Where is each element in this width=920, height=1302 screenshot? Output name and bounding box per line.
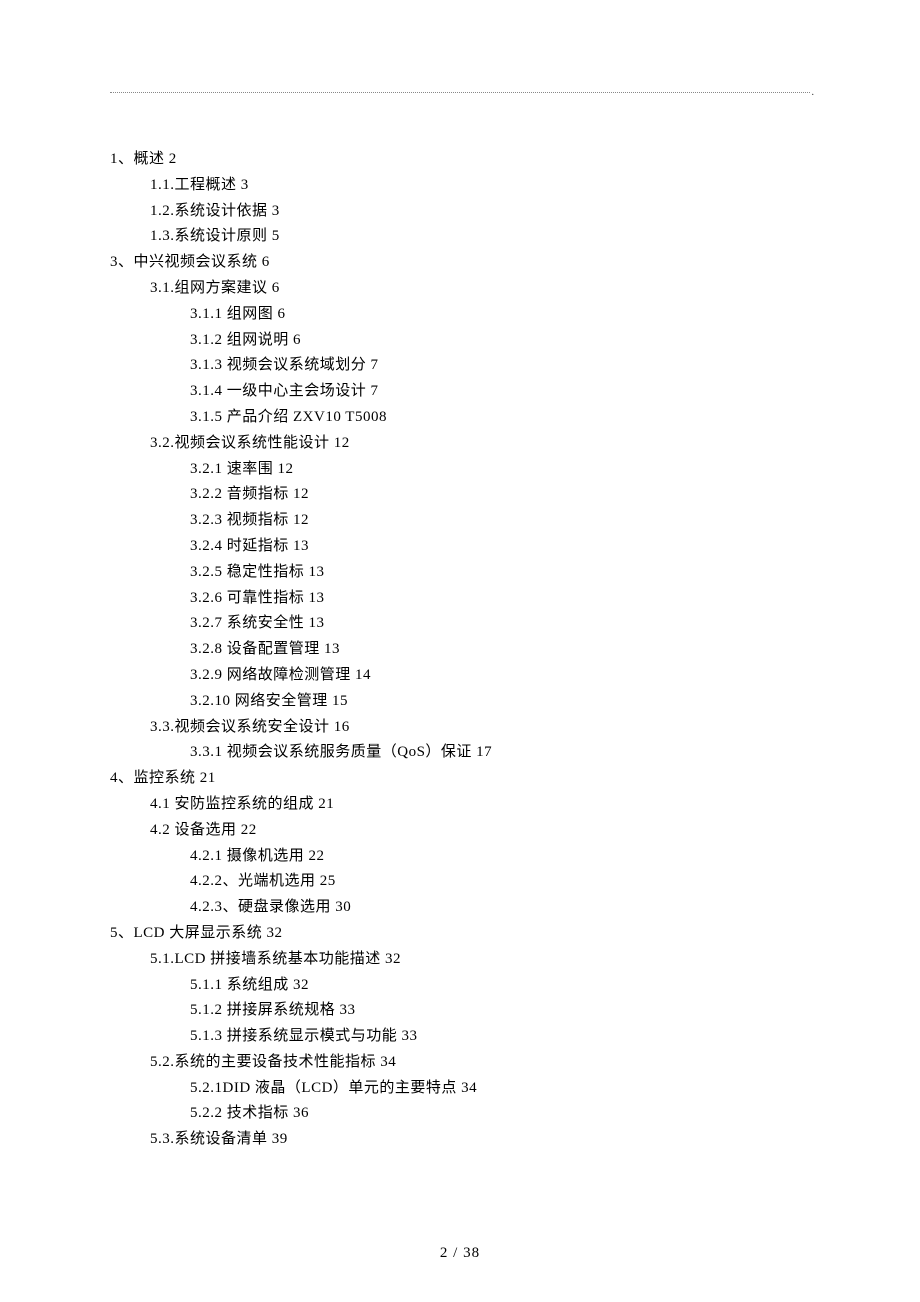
toc-entry: 3.2.1 速率围 12 bbox=[110, 457, 810, 483]
toc-entry: 3.2.5 稳定性指标 13 bbox=[110, 560, 810, 586]
header-dot: . bbox=[812, 87, 815, 98]
header-rule: . bbox=[110, 92, 810, 93]
toc-entry: 4.2.3、硬盘录像选用 30 bbox=[110, 895, 810, 921]
toc-entry: 3.2.2 音频指标 12 bbox=[110, 482, 810, 508]
toc-entry: 3.1.2 组网说明 6 bbox=[110, 328, 810, 354]
toc-entry: 5、LCD 大屏显示系统 32 bbox=[110, 921, 810, 947]
page-footer: 2 / 38 bbox=[0, 1245, 920, 1262]
toc-entry: 4.2 设备选用 22 bbox=[110, 818, 810, 844]
toc-entry: 3.2.4 时延指标 13 bbox=[110, 534, 810, 560]
toc-entry: 5.1.2 拼接屏系统规格 33 bbox=[110, 998, 810, 1024]
toc-entry: 5.2.系统的主要设备技术性能指标 34 bbox=[110, 1050, 810, 1076]
toc-entry: 4.1 安防监控系统的组成 21 bbox=[110, 792, 810, 818]
document-page: . 1、概述 21.1.工程概述 31.2.系统设计依据 31.3.系统设计原则… bbox=[0, 0, 920, 1153]
toc-entry: 3.1.3 视频会议系统域划分 7 bbox=[110, 353, 810, 379]
toc-entry: 5.1.3 拼接系统显示模式与功能 33 bbox=[110, 1024, 810, 1050]
toc-entry: 3.2.6 可靠性指标 13 bbox=[110, 586, 810, 612]
toc-entry: 3.1.4 一级中心主会场设计 7 bbox=[110, 379, 810, 405]
toc-entry: 5.2.1DID 液晶（LCD）单元的主要特点 34 bbox=[110, 1076, 810, 1102]
toc-entry: 5.2.2 技术指标 36 bbox=[110, 1101, 810, 1127]
toc-entry: 1.2.系统设计依据 3 bbox=[110, 199, 810, 225]
toc-entry: 3.2.视频会议系统性能设计 12 bbox=[110, 431, 810, 457]
toc-entry: 3.1.1 组网图 6 bbox=[110, 302, 810, 328]
toc-entry: 1.3.系统设计原则 5 bbox=[110, 224, 810, 250]
toc-entry: 3.1.5 产品介绍 ZXV10 T5008 bbox=[110, 405, 810, 431]
toc-entry: 3.2.9 网络故障检测管理 14 bbox=[110, 663, 810, 689]
toc-entry: 3.2.8 设备配置管理 13 bbox=[110, 637, 810, 663]
toc-entry: 3.3.1 视频会议系统服务质量（QoS）保证 17 bbox=[110, 740, 810, 766]
toc-entry: 5.1.LCD 拼接墙系统基本功能描述 32 bbox=[110, 947, 810, 973]
toc-entry: 1、概述 2 bbox=[110, 147, 810, 173]
toc-entry: 1.1.工程概述 3 bbox=[110, 173, 810, 199]
toc-entry: 3.2.3 视频指标 12 bbox=[110, 508, 810, 534]
toc-entry: 3.3.视频会议系统安全设计 16 bbox=[110, 715, 810, 741]
table-of-contents: 1、概述 21.1.工程概述 31.2.系统设计依据 31.3.系统设计原则 5… bbox=[110, 147, 810, 1153]
toc-entry: 3.1.组网方案建议 6 bbox=[110, 276, 810, 302]
toc-entry: 3.2.10 网络安全管理 15 bbox=[110, 689, 810, 715]
toc-entry: 3.2.7 系统安全性 13 bbox=[110, 611, 810, 637]
toc-entry: 5.1.1 系统组成 32 bbox=[110, 973, 810, 999]
toc-entry: 4.2.2、光端机选用 25 bbox=[110, 869, 810, 895]
toc-entry: 3、中兴视频会议系统 6 bbox=[110, 250, 810, 276]
toc-entry: 4、监控系统 21 bbox=[110, 766, 810, 792]
toc-entry: 4.2.1 摄像机选用 22 bbox=[110, 844, 810, 870]
toc-entry: 5.3.系统设备清单 39 bbox=[110, 1127, 810, 1153]
